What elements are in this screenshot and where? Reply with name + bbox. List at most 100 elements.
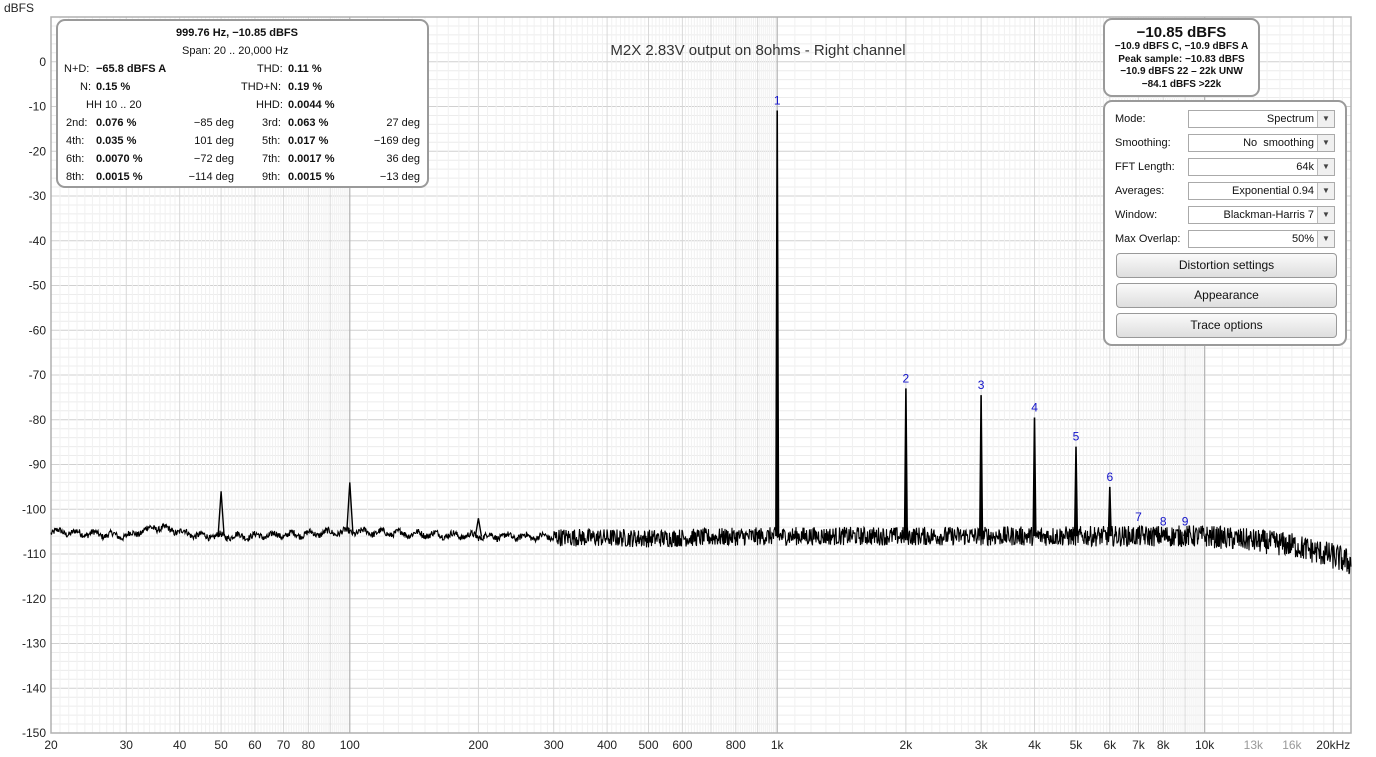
x-tick-label: 600 [672, 738, 692, 752]
x-tick-label: 50 [214, 738, 228, 752]
harmonic-label: 8 [1160, 515, 1167, 529]
chevron-down-icon[interactable]: ▼ [1317, 111, 1334, 127]
harm-label: 8th: [66, 171, 85, 183]
level-line2: Peak sample: −10.83 dBFS [1118, 53, 1245, 65]
x-tick-label: 3k [975, 738, 989, 752]
thd-label: THD: [257, 63, 283, 75]
level-panel: −10.85 dBFS −10.9 dBFS C, −10.9 dBFS A P… [1103, 18, 1260, 97]
y-tick-label: 0 [39, 55, 46, 69]
averages-row: Averages: Exponential 0.94 ▼ [1115, 182, 1343, 202]
y-axis-ticks: 0 -10 -20 -30 -40 -50 -60 -70 -80 -90 -100 -110 -120… [22, 55, 46, 740]
chevron-down-icon[interactable]: ▼ [1317, 135, 1334, 151]
y-tick-label: -110 [23, 547, 46, 561]
harm-phase: −169 deg [373, 135, 420, 147]
harm-label: 2nd: [66, 117, 88, 129]
span-readout: Span: 20 .. 20,000 Hz [182, 45, 289, 57]
mode-label: Mode: [1115, 113, 1146, 125]
fft-value: 64k [1296, 161, 1314, 173]
y-tick-label: -30 [29, 189, 47, 203]
nd-label: N+D: [64, 63, 90, 75]
chevron-down-icon[interactable]: ▼ [1317, 207, 1334, 223]
window-select[interactable]: Blackman-Harris 7 ▼ [1188, 206, 1335, 224]
x-tick-label: 200 [468, 738, 488, 752]
y-tick-label: -130 [22, 637, 46, 651]
x-tick-label: 4k [1028, 738, 1042, 752]
harm-value: 0.0015 % [96, 171, 143, 183]
harmonic-label: 4 [1031, 401, 1038, 415]
y-tick-label: -40 [29, 234, 47, 248]
thdn-value: 0.19 % [288, 81, 323, 93]
nd-value: −65.8 dBFS A [96, 63, 167, 75]
chevron-down-icon[interactable]: ▼ [1317, 183, 1334, 199]
harm-phase: −13 deg [379, 171, 420, 183]
settings-panel: Mode: Spectrum ▼ Smoothing: No smoothing… [1103, 100, 1347, 346]
overlap-label: Max Overlap: [1115, 233, 1181, 245]
y-tick-label: -60 [29, 323, 47, 337]
averages-value: Exponential 0.94 [1232, 185, 1314, 197]
averages-select[interactable]: Exponential 0.94 ▼ [1188, 182, 1335, 200]
harm-label: 6th: [66, 153, 85, 165]
thd-value: 0.11 % [288, 63, 322, 75]
x-tick-label: 20 [44, 738, 58, 752]
harmonic-label: 5 [1073, 430, 1080, 444]
trace-options-button[interactable]: Trace options [1116, 313, 1337, 338]
harm-label: 7th: [262, 153, 281, 165]
harmonic-peak [1183, 528, 1188, 537]
x-tick-label: 8k [1157, 738, 1171, 752]
y-tick-label: -150 [22, 726, 46, 740]
harmonic-label: 1 [774, 94, 781, 108]
x-axis-ticks: 20 30 40 50 60 70 80 100 200 300 400 500 600 800 1k 2k 3… [44, 738, 1350, 752]
y-axis-label: dBFS [4, 1, 34, 15]
harmonic-peak [1032, 417, 1037, 537]
window-value: Blackman-Harris 7 [1223, 209, 1314, 221]
n-label: N: [80, 81, 91, 93]
x-tick-label: 800 [726, 738, 746, 752]
harmonic-peak [775, 110, 780, 537]
harm-label: 3rd: [262, 117, 281, 129]
x-tick-label: 2k [900, 738, 914, 752]
harm-label: 5th: [262, 135, 281, 147]
y-tick-label: -10 [29, 100, 47, 114]
overlap-select[interactable]: 50% ▼ [1188, 230, 1335, 248]
x-tick-label: 5k [1070, 738, 1084, 752]
distortion-settings-button[interactable]: Distortion settings [1116, 253, 1337, 278]
x-tick-label: 70 [277, 738, 291, 752]
harm-label: 9th: [262, 171, 281, 183]
harm-value: 0.0017 % [288, 153, 335, 165]
appearance-button[interactable]: Appearance [1116, 283, 1337, 308]
harmonic-label: 3 [978, 378, 985, 392]
smoothing-row: Smoothing: No smoothing ▼ [1115, 134, 1343, 154]
x-tick-label: 80 [302, 738, 316, 752]
x-tick-label: 30 [120, 738, 134, 752]
window-row: Window: Blackman-Harris 7 ▼ [1115, 206, 1343, 226]
fft-row: FFT Length: 64k ▼ [1115, 158, 1343, 178]
mode-select[interactable]: Spectrum ▼ [1188, 110, 1335, 128]
harm-value: 0.076 % [96, 117, 137, 129]
harmonic-peak [979, 395, 984, 537]
harmonic-label: 7 [1135, 510, 1142, 524]
overlap-row: Max Overlap: 50% ▼ [1115, 230, 1343, 250]
smoothing-label: Smoothing: [1115, 137, 1171, 149]
y-tick-label: -70 [29, 368, 47, 382]
x-tick-label: 6k [1103, 738, 1117, 752]
harm-value: 0.017 % [288, 135, 329, 147]
smoothing-select[interactable]: No smoothing ▼ [1188, 134, 1335, 152]
chevron-down-icon[interactable]: ▼ [1317, 159, 1334, 175]
x-tick-label: 1k [771, 738, 785, 752]
x-tick-label: 500 [639, 738, 659, 752]
thdn-label: THD+N: [241, 81, 282, 93]
x-tick-label: 400 [597, 738, 617, 752]
chevron-down-icon[interactable]: ▼ [1317, 231, 1334, 247]
fft-select[interactable]: 64k ▼ [1188, 158, 1335, 176]
chart-title: M2X 2.83V output on 8ohms - Right channe… [610, 42, 905, 59]
y-tick-label: -20 [29, 144, 47, 158]
harmonic-label: 2 [903, 371, 910, 385]
y-tick-label: -120 [22, 592, 46, 606]
harmonic-peak [1136, 527, 1141, 537]
hh-label: HH 10 .. 20 [86, 99, 142, 111]
level-line3: −10.9 dBFS 22 – 22k UNW [1120, 66, 1243, 77]
harm-phase: 27 deg [386, 117, 420, 129]
distortion-panel: 999.76 Hz, −10.85 dBFS Span: 20 .. 20,00… [56, 19, 429, 188]
x-tick-label: 16k [1282, 738, 1302, 752]
x-tick-label: 7k [1132, 738, 1146, 752]
